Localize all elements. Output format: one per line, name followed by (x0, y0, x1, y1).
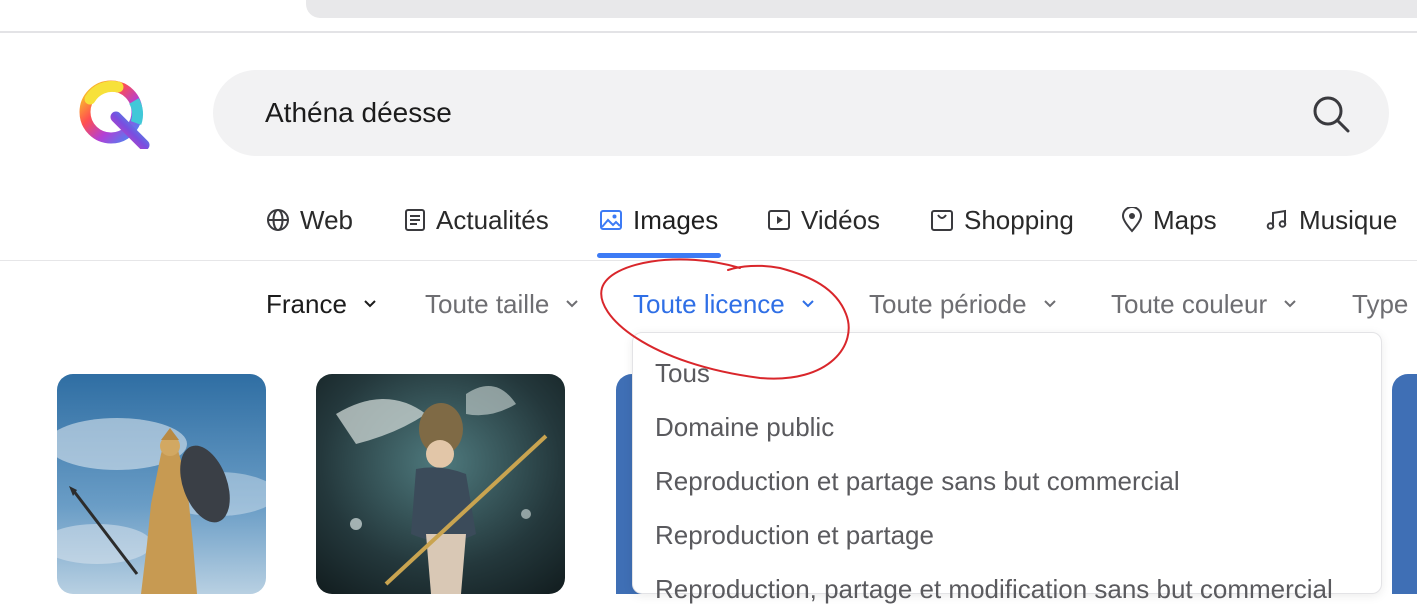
filter-license[interactable]: Toute licence (633, 286, 815, 322)
filter-label: Toute licence (633, 288, 785, 319)
filter-period[interactable]: Toute période (869, 286, 1057, 322)
tab-images[interactable]: Images (599, 200, 718, 240)
license-option-share[interactable]: Reproduction et partage (655, 515, 934, 555)
active-tab-indicator (597, 253, 721, 258)
tab-label: Web (300, 204, 353, 235)
tab-label: Images (633, 204, 719, 235)
chevron-down-icon (1043, 300, 1056, 308)
tab-label: Maps (1153, 204, 1217, 235)
music-note-icon (1266, 209, 1287, 230)
filter-label: Toute couleur (1111, 288, 1268, 319)
license-option-domaine-public[interactable]: Domaine public (655, 407, 834, 447)
license-option-non-commercial-share[interactable]: Reproduction et partage sans but commerc… (655, 461, 1180, 501)
map-pin-icon (1121, 207, 1143, 233)
filter-color[interactable]: Toute couleur (1111, 286, 1297, 322)
qwant-logo[interactable] (78, 79, 150, 149)
tab-label: Vidéos (801, 204, 881, 235)
image-result-partial[interactable] (1392, 374, 1417, 594)
license-option-tous[interactable]: Tous (655, 353, 710, 393)
tab-shopping[interactable]: Shopping (930, 200, 1074, 240)
filter-size[interactable]: Toute taille (425, 286, 579, 322)
video-icon (768, 210, 790, 230)
athena-statue-image (57, 374, 266, 594)
athena-painting-image (316, 374, 565, 594)
filter-label: Toute taille (425, 288, 550, 319)
address-bar[interactable] (306, 0, 1417, 18)
license-dropdown-menu: Tous Domaine public Reproduction et part… (632, 332, 1382, 604)
tab-web[interactable]: Web (266, 200, 353, 240)
search-input[interactable] (265, 92, 1265, 134)
tab-label: Shopping (964, 204, 1074, 235)
image-result-athena-statue[interactable] (57, 374, 266, 594)
tab-label: Musique (1299, 204, 1398, 235)
image-result-athena-art[interactable] (316, 374, 565, 594)
search-icon[interactable] (1311, 94, 1351, 134)
image-icon (600, 210, 622, 230)
tab-label: Actualités (436, 204, 549, 235)
filter-label: Type (1352, 288, 1409, 319)
globe-icon (267, 209, 289, 231)
tab-videos[interactable]: Vidéos (767, 200, 880, 240)
tab-actualites[interactable]: Actualités (404, 200, 549, 240)
tab-musique[interactable]: Musique (1265, 200, 1397, 240)
filter-label: Toute période (869, 288, 1027, 319)
filter-type[interactable]: Type (1352, 286, 1408, 322)
news-icon (405, 209, 425, 231)
chevron-down-icon (802, 300, 814, 308)
tab-maps[interactable]: Maps (1121, 200, 1217, 240)
filter-region[interactable]: France (266, 286, 377, 322)
chevron-down-icon (566, 300, 579, 308)
filter-label: France (266, 288, 347, 319)
chevron-down-icon (364, 300, 376, 308)
tabs-divider (0, 260, 1417, 261)
license-option-modify-non-commercial[interactable]: Reproduction, partage et modification sa… (655, 569, 1333, 609)
search-box (213, 70, 1389, 156)
chevron-down-icon (1284, 300, 1296, 308)
browser-top-bar (0, 0, 1417, 33)
shopping-bag-icon (931, 210, 953, 231)
